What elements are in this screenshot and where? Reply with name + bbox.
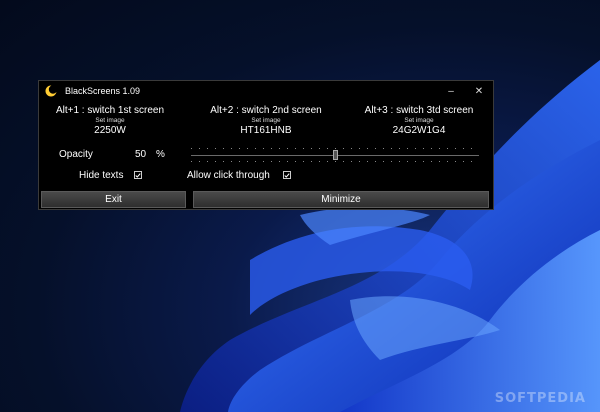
screen-3: Alt+3 : switch 3td screen Set image 24G2… — [353, 105, 485, 137]
screen-2-monitor-name: HT161HNB — [240, 125, 292, 136]
slider-thumb[interactable] — [333, 150, 338, 160]
click-through-checkbox[interactable] — [283, 171, 291, 179]
opacity-value: 50 — [135, 149, 147, 160]
exit-button[interactable]: Exit — [41, 191, 186, 208]
minimize-button[interactable]: Minimize — [193, 191, 489, 208]
screen-3-monitor-name: 24G2W1G4 — [392, 125, 446, 136]
opacity-slider[interactable] — [191, 147, 479, 163]
screen-1-set-image-link[interactable]: Set image — [49, 117, 171, 125]
screen-3-set-image-link[interactable]: Set image — [353, 117, 485, 125]
opacity-label: Opacity — [59, 149, 93, 160]
hide-texts-label[interactable]: Hide texts — [79, 170, 123, 181]
window-title: BlackScreens 1.09 — [65, 86, 141, 96]
screen-1: Alt+1 : switch 1st screen Set image 2250… — [49, 105, 171, 137]
options-row: Hide texts Allow click through — [39, 169, 493, 183]
title-bar[interactable]: BlackScreens 1.09 – ✕ — [39, 81, 493, 101]
screen-2: Alt+2 : switch 2nd screen Set image HT16… — [199, 105, 333, 137]
checkmark-icon — [135, 172, 141, 178]
minimize-icon: – — [448, 85, 454, 97]
opacity-unit: % — [156, 149, 165, 160]
screen-3-hotkey: Alt+3 : switch 3td screen — [364, 105, 474, 116]
screen-1-monitor-name: 2250W — [94, 125, 126, 136]
screen-1-hotkey: Alt+1 : switch 1st screen — [55, 105, 165, 116]
app-window: BlackScreens 1.09 – ✕ Alt+1 : switch 1st… — [38, 80, 494, 210]
screen-switch-panel: Alt+1 : switch 1st screen Set image 2250… — [39, 105, 493, 145]
slider-ticks-bottom — [191, 161, 479, 162]
close-icon: ✕ — [474, 85, 484, 97]
watermark: SOFTPEDIA — [494, 391, 586, 406]
slider-ticks-top — [191, 148, 479, 149]
screen-2-set-image-link[interactable]: Set image — [199, 117, 333, 125]
opacity-row: Opacity 50 % — [39, 147, 493, 163]
screen-2-hotkey: Alt+2 : switch 2nd screen — [210, 105, 322, 116]
window-close-button[interactable]: ✕ — [465, 81, 493, 101]
moon-icon — [45, 85, 57, 97]
hide-texts-checkbox[interactable] — [134, 171, 142, 179]
click-through-label[interactable]: Allow click through — [187, 170, 270, 181]
checkmark-icon — [284, 172, 290, 178]
window-minimize-button[interactable]: – — [437, 81, 465, 101]
